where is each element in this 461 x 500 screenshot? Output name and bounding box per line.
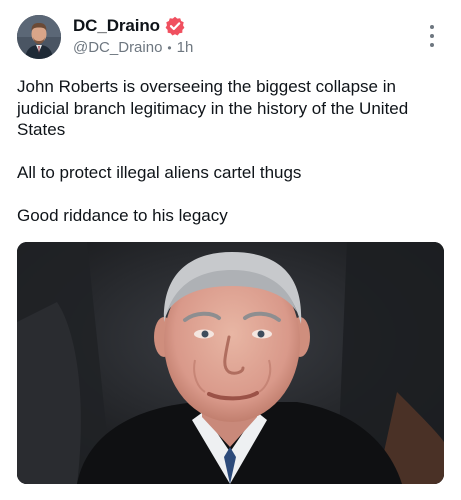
more-dot	[430, 25, 434, 29]
post-paragraph: John Roberts is overseeing the biggest c…	[17, 77, 409, 139]
author-avatar[interactable]	[17, 15, 61, 59]
post-paragraph: Good riddance to his legacy	[17, 206, 228, 225]
post-header: DC_Draino @DC_Draino • 1h	[17, 15, 444, 59]
post-timestamp[interactable]: 1h	[177, 39, 194, 56]
post-meta: @DC_Draino • 1h	[73, 39, 193, 56]
post-card: DC_Draino @DC_Draino • 1h John Roberts i…	[0, 0, 461, 500]
avatar-photo-icon	[17, 15, 61, 59]
author-name-row: DC_Draino	[73, 16, 185, 36]
author-handle[interactable]: @DC_Draino	[73, 39, 162, 56]
post-text: John Roberts is overseeing the biggest c…	[17, 76, 447, 227]
more-dot	[430, 43, 434, 47]
more-options-icon[interactable]	[424, 25, 440, 47]
portrait-photo-icon	[17, 242, 444, 484]
author-display-name[interactable]: DC_Draino	[73, 16, 160, 36]
verified-badge-icon	[165, 16, 185, 36]
post-paragraph: All to protect illegal aliens cartel thu…	[17, 163, 302, 182]
more-dot	[430, 34, 434, 38]
post-image[interactable]	[17, 242, 444, 484]
meta-separator: •	[167, 40, 172, 55]
